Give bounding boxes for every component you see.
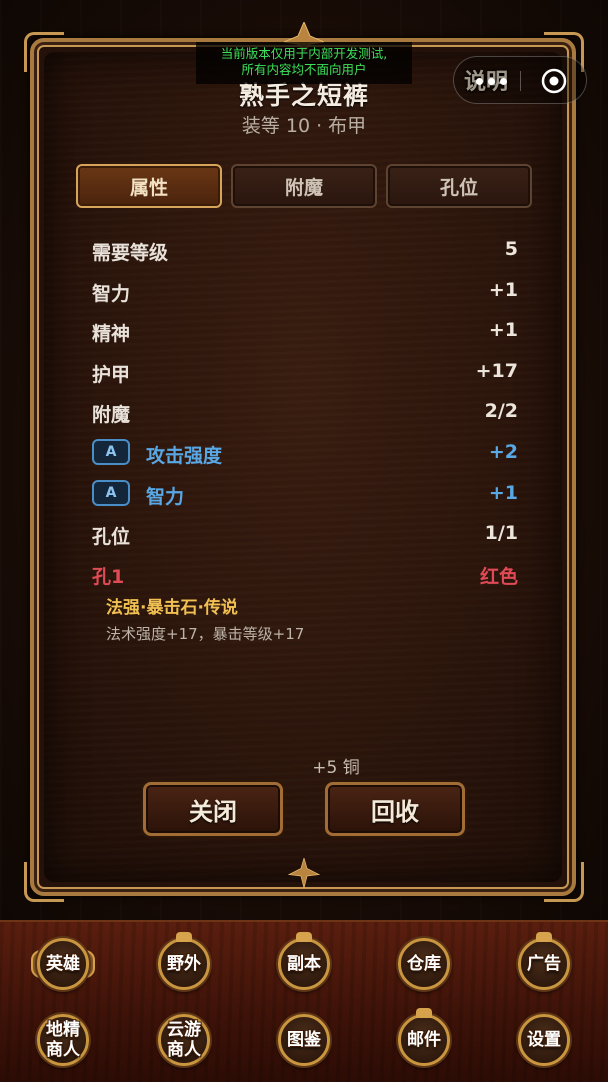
enchant-row-attack-power: A 攻击强度 +2 — [92, 439, 518, 467]
dev-notice-line-2: 所有内容均不面向用户 — [241, 62, 367, 77]
stat-value: +1 — [488, 319, 518, 341]
nav-label: 地精 — [46, 1020, 80, 1040]
nav-codex-button[interactable]: 图鉴 — [272, 1008, 336, 1072]
socket-row-1: 孔1 红色 — [92, 562, 518, 588]
nav-dungeon-button[interactable]: 副本 — [272, 932, 336, 996]
stat-value: 2/2 — [484, 400, 518, 422]
stat-value: 5 — [504, 238, 518, 260]
stat-label: 附魔 — [92, 404, 131, 426]
stat-row-spirit: 精神 +1 — [92, 319, 518, 345]
enchant-label: 智力 — [146, 486, 185, 508]
stat-value: 1/1 — [484, 522, 518, 544]
nav-warehouse-button[interactable]: 仓库 — [392, 932, 456, 996]
tab-attributes[interactable]: 属性 — [76, 164, 222, 208]
bottom-nav: 英雄 野外 副本 仓库 广告 地精 商人 云游 商人 图鉴 邮件 设置 — [0, 920, 608, 1082]
target-close-icon[interactable] — [540, 67, 568, 95]
socket-label: 孔1 — [92, 566, 125, 588]
close-button[interactable]: 关闭 — [143, 782, 283, 836]
enchant-value: +1 — [488, 482, 518, 504]
nav-label: 图鉴 — [287, 1030, 321, 1050]
nav-settings-button[interactable]: 设置 — [512, 1008, 576, 1072]
nav-label: 设置 — [527, 1030, 561, 1050]
stat-label: 需要等级 — [92, 242, 169, 264]
stat-row-sockets: 孔位 1/1 — [92, 522, 518, 548]
enchant-badge: A — [92, 480, 130, 506]
nav-label: 邮件 — [407, 1030, 441, 1050]
nav-label-line-2: 商人 — [46, 1040, 80, 1060]
nav-mail-button[interactable]: 邮件 — [392, 1008, 456, 1072]
miniprogram-capsule — [453, 56, 587, 104]
dev-notice-banner: 当前版本仅用于内部开发测试, 所有内容均不面向用户 — [196, 42, 412, 84]
nav-ad-button[interactable]: 广告 — [512, 932, 576, 996]
emblem-accent — [536, 932, 552, 942]
enchant-badge: A — [92, 439, 130, 465]
frame-corner-top-left — [24, 32, 64, 72]
stat-label: 护甲 — [92, 364, 131, 386]
stat-value: +17 — [475, 360, 518, 382]
stat-label: 智力 — [92, 283, 131, 305]
socket-color: 红色 — [479, 566, 518, 588]
stat-row-armor: 护甲 +17 — [92, 360, 518, 386]
stat-row-enchant-count: 附魔 2/2 — [92, 400, 518, 426]
nav-field-button[interactable]: 野外 — [152, 932, 216, 996]
nav-label: 广告 — [527, 954, 561, 974]
nav-label: 仓库 — [407, 954, 441, 974]
stat-label: 孔位 — [92, 526, 131, 548]
tab-enchant[interactable]: 附魔 — [231, 164, 377, 208]
nav-wandering-merchant-button[interactable]: 云游 商人 — [152, 1008, 216, 1072]
tab-sockets[interactable]: 孔位 — [386, 164, 532, 208]
stat-row-required-level: 需要等级 5 — [92, 238, 518, 264]
emblem-accent — [176, 932, 192, 942]
enchant-value: +2 — [488, 441, 518, 463]
more-dots-icon[interactable] — [472, 71, 512, 91]
nav-hero-button[interactable]: 英雄 — [31, 932, 95, 996]
stat-value: +1 — [488, 279, 518, 301]
emblem-accent — [416, 1008, 432, 1018]
recycle-price-text: +5 铜 — [312, 758, 360, 778]
stat-label: 精神 — [92, 323, 131, 345]
frame-corner-bottom-right — [544, 862, 584, 902]
recycle-button[interactable]: 回收 — [325, 782, 465, 836]
frame-corner-bottom-left — [24, 862, 64, 902]
nav-label: 英雄 — [46, 954, 80, 974]
stat-row-intellect: 智力 +1 — [92, 279, 518, 305]
enchant-label: 攻击强度 — [146, 445, 223, 467]
recycle-price: +5 铜 — [0, 753, 608, 778]
emblem-accent — [296, 932, 312, 942]
dev-notice-line-1: 当前版本仅用于内部开发测试, — [220, 46, 388, 61]
nav-label: 副本 — [287, 954, 321, 974]
nav-label-line-2: 商人 — [167, 1040, 201, 1060]
gem-name: 法强·暴击石·传说 — [106, 598, 238, 618]
nav-label: 云游 — [167, 1020, 201, 1040]
enchant-row-intellect: A 智力 +1 — [92, 480, 518, 508]
item-subtitle: 装等 10 · 布甲 — [241, 115, 367, 137]
frame-bottom-ornament-icon — [287, 858, 321, 888]
capsule-divider — [520, 71, 521, 91]
nav-label: 野外 — [167, 954, 201, 974]
nav-goblin-merchant-button[interactable]: 地精 商人 — [31, 1008, 95, 1072]
gem-description: 法术强度+17，暴击等级+17 — [106, 625, 305, 643]
